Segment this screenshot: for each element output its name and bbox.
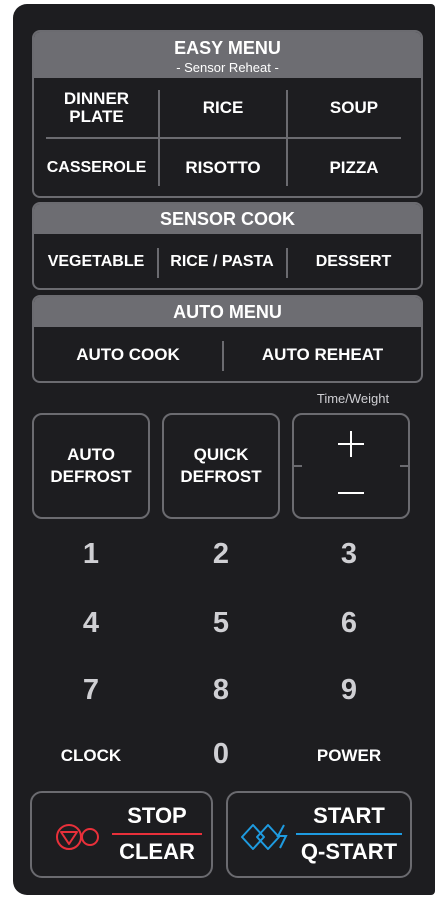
easy-menu-pizza[interactable]: PIZZA xyxy=(287,142,421,194)
stop-divider xyxy=(112,833,202,835)
easy-menu-soup[interactable]: SOUP xyxy=(287,82,421,134)
time-weight-plus-button[interactable] xyxy=(294,415,408,465)
quick-defrost-button[interactable]: QUICK DEFROST xyxy=(162,413,280,519)
auto-menu-header: AUTO MENU xyxy=(34,297,421,327)
quick-defrost-line1: QUICK xyxy=(193,444,249,464)
key-8[interactable]: 8 xyxy=(191,674,251,707)
easy-menu-vdivider-2 xyxy=(286,90,288,186)
auto-menu-section: AUTO MENU AUTO COOK AUTO REHEAT xyxy=(32,295,423,383)
easy-menu-header: EASY MENU - Sensor Reheat - xyxy=(34,32,421,78)
easy-menu-casserole[interactable]: CASSEROLE xyxy=(34,142,159,194)
sensor-cook-vdivider-2 xyxy=(286,248,288,278)
key-6[interactable]: 6 xyxy=(319,607,379,640)
sensor-cook-header: SENSOR COOK xyxy=(34,204,421,234)
start-icon xyxy=(241,824,288,850)
start-label: START xyxy=(313,803,385,828)
key-7[interactable]: 7 xyxy=(61,674,121,707)
stop-icon xyxy=(56,824,99,850)
key-0[interactable]: 0 xyxy=(191,738,251,771)
quick-defrost-line2: DEFROST xyxy=(180,467,262,486)
key-5[interactable]: 5 xyxy=(191,607,251,640)
auto-defrost-button[interactable]: AUTO DEFROST xyxy=(32,413,150,519)
sensor-cook-section: SENSOR COOK VEGETABLE RICE / PASTA DESSE… xyxy=(32,202,423,290)
auto-cook-button[interactable]: AUTO COOK xyxy=(34,329,222,381)
auto-menu-vdivider xyxy=(222,341,224,371)
easy-menu-divider xyxy=(46,137,401,139)
start-divider xyxy=(296,833,402,835)
plus-icon xyxy=(338,431,364,457)
sensor-cook-rice-pasta[interactable]: RICE / PASTA xyxy=(158,236,286,288)
time-weight-label: Time/Weight xyxy=(316,391,390,406)
key-2[interactable]: 2 xyxy=(191,538,251,571)
auto-defrost-line1: AUTO xyxy=(67,444,115,464)
clear-label: CLEAR xyxy=(119,839,195,864)
clock-button[interactable]: CLOCK xyxy=(36,746,146,766)
key-1[interactable]: 1 xyxy=(61,538,121,571)
sensor-cook-vegetable[interactable]: VEGETABLE xyxy=(34,236,158,288)
time-weight-minus-button[interactable] xyxy=(294,467,408,517)
sensor-cook-vdivider-1 xyxy=(157,248,159,278)
start-button[interactable]: START Q-START xyxy=(226,791,412,878)
key-9[interactable]: 9 xyxy=(319,674,379,707)
minus-icon xyxy=(338,492,364,494)
control-panel: EASY MENU - Sensor Reheat - DINNER PLATE… xyxy=(13,4,435,895)
easy-menu-rice[interactable]: RICE xyxy=(159,82,287,134)
easy-menu-title: EASY MENU xyxy=(174,38,281,58)
auto-defrost-line2: DEFROST xyxy=(50,467,132,486)
q-start-label: Q-START xyxy=(300,839,398,864)
sensor-cook-dessert[interactable]: DESSERT xyxy=(286,236,421,288)
key-3[interactable]: 3 xyxy=(319,538,379,571)
key-4[interactable]: 4 xyxy=(61,607,121,640)
easy-menu-dinner-plate[interactable]: DINNER PLATE xyxy=(34,82,159,134)
auto-reheat-button[interactable]: AUTO REHEAT xyxy=(224,329,421,381)
easy-menu-subtitle: - Sensor Reheat - xyxy=(176,60,279,75)
easy-menu-risotto[interactable]: RISOTTO xyxy=(159,142,287,194)
power-button[interactable]: POWER xyxy=(294,746,404,766)
stop-label: STOP xyxy=(127,803,187,828)
easy-menu-section: EASY MENU - Sensor Reheat - DINNER PLATE… xyxy=(32,30,423,198)
easy-menu-vdivider-1 xyxy=(158,90,160,186)
stop-clear-button[interactable]: STOP CLEAR xyxy=(30,791,213,878)
